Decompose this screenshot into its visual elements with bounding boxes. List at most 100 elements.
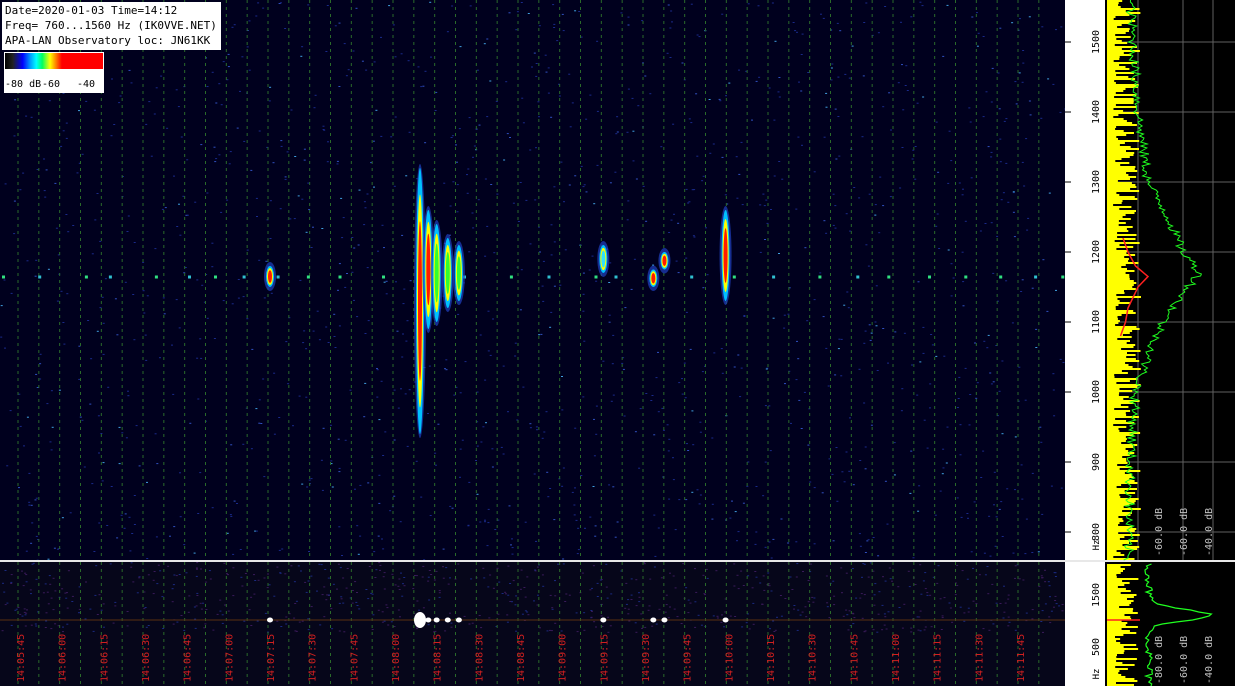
yellow-band-segment <box>1107 418 1116 420</box>
yellow-band-segment <box>1107 534 1140 536</box>
strip-noise-speck <box>884 580 887 582</box>
strip-noise-speck <box>741 626 744 628</box>
noise-speck <box>258 259 261 261</box>
strip-noise-speck <box>250 596 253 598</box>
strip-yellow-segment <box>1107 674 1122 676</box>
strip-noise-speck <box>307 580 310 582</box>
noise-speck <box>510 544 512 546</box>
noise-speck <box>353 299 355 301</box>
strip-noise-speck <box>355 601 358 603</box>
strip-noise-speck <box>941 615 944 617</box>
noise-speck <box>904 85 907 86</box>
noise-speck <box>780 518 783 520</box>
noise-speck <box>1022 62 1025 64</box>
strip-noise-speck <box>52 609 55 611</box>
strip-noise-speck <box>256 620 259 622</box>
noise-speck <box>800 90 803 92</box>
noise-speck <box>576 553 579 555</box>
noise-speck <box>131 533 134 534</box>
strip-noise-speck <box>427 580 430 582</box>
strip-yellow-segment <box>1107 612 1138 614</box>
noise-speck <box>931 344 934 346</box>
strip-noise-speck <box>23 611 26 613</box>
noise-speck <box>804 247 807 249</box>
noise-speck <box>845 213 848 215</box>
noise-speck <box>483 43 486 45</box>
strip-noise-speck <box>752 602 755 604</box>
noise-speck <box>334 347 337 348</box>
noise-speck <box>404 393 407 395</box>
noise-speck <box>517 221 520 222</box>
strip-noise-speck <box>625 582 628 584</box>
strip-noise-speck <box>1 630 4 632</box>
strip-yellow-segment <box>1107 638 1121 640</box>
strip-noise-speck <box>483 577 486 579</box>
strip-noise-speck <box>327 594 330 596</box>
strip-noise-speck <box>995 602 998 604</box>
strip-echo <box>455 617 462 623</box>
strip-noise-speck <box>813 597 816 599</box>
noise-speck <box>595 280 598 282</box>
noise-speck <box>990 156 993 158</box>
noise-speck <box>553 519 556 521</box>
noise-speck <box>982 450 985 452</box>
noise-speck <box>301 46 304 48</box>
noise-speck <box>452 181 455 183</box>
noise-speck <box>847 307 850 309</box>
noise-speck <box>353 247 356 249</box>
strip-noise-speck <box>762 575 765 577</box>
strip-noise-speck <box>492 587 495 589</box>
noise-speck <box>232 553 235 555</box>
strip-noise-speck <box>203 627 206 629</box>
strip-noise-speck <box>723 626 725 628</box>
noise-speck <box>376 368 378 370</box>
noise-speck <box>200 144 203 146</box>
strip-noise-speck <box>368 566 371 567</box>
noise-speck <box>402 333 404 335</box>
noise-speck <box>968 424 971 426</box>
yellow-band-segment <box>1107 258 1129 260</box>
noise-speck <box>973 501 976 503</box>
noise-speck <box>550 116 553 118</box>
noise-speck <box>486 225 489 227</box>
noise-speck <box>154 433 157 435</box>
yellow-band-segment <box>1107 104 1116 106</box>
strip-noise-speck <box>1049 596 1051 598</box>
strip-noise-speck <box>1040 621 1043 622</box>
strip-noise-speck <box>445 567 448 569</box>
strip-noise-speck <box>851 568 854 570</box>
strip-noise-speck <box>98 594 101 596</box>
strip-noise-speck <box>224 604 226 606</box>
noise-speck <box>755 531 758 533</box>
noise-speck <box>469 5 472 7</box>
noise-speck <box>897 82 900 84</box>
noise-speck <box>197 398 200 400</box>
noise-speck <box>695 93 698 95</box>
noise-speck <box>490 184 493 185</box>
noise-speck <box>135 425 138 427</box>
strip-noise-speck <box>30 593 32 595</box>
noise-speck <box>926 447 929 449</box>
strip-noise-speck <box>1007 616 1010 618</box>
yellow-band-segment <box>1107 58 1120 60</box>
noise-speck <box>81 153 84 155</box>
strip-yellow-segment <box>1107 568 1125 570</box>
strip-noise-speck <box>674 587 677 589</box>
strip-noise-speck <box>285 616 288 618</box>
noise-speck <box>508 12 511 14</box>
strip-noise-speck <box>102 603 105 605</box>
time-tick-label: 14:07:30 <box>308 634 319 682</box>
strip-noise-speck <box>26 609 28 611</box>
strip-noise-speck <box>634 622 637 624</box>
yellow-band-segment <box>1107 72 1134 74</box>
strip-noise-speck <box>549 629 551 631</box>
strip-noise-speck <box>1008 621 1011 623</box>
noise-speck <box>839 30 842 32</box>
noise-speck <box>882 205 885 207</box>
yellow-band-segment <box>1107 252 1127 254</box>
yellow-band-segment <box>1107 278 1130 280</box>
strip-noise-speck <box>195 575 198 577</box>
noise-speck <box>861 136 864 138</box>
strip-noise-speck <box>96 614 99 615</box>
yellow-band-segment <box>1107 186 1137 188</box>
